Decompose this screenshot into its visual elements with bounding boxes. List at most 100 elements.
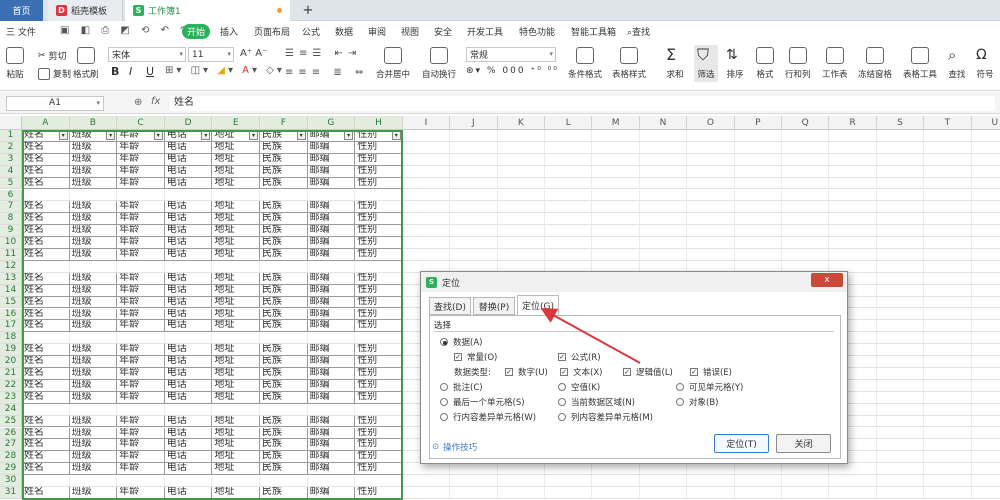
cell-m29[interactable] [592, 463, 640, 476]
cell-u22[interactable] [971, 379, 1000, 392]
cell-j29[interactable] [450, 463, 498, 476]
cell-k5[interactable] [497, 177, 545, 190]
cell-o31[interactable] [687, 487, 735, 499]
cell-k2[interactable] [497, 141, 545, 154]
cell-d5[interactable]: 电话 [164, 177, 213, 190]
column-header-h[interactable]: H [355, 116, 403, 130]
cell-c3[interactable]: 年龄 [117, 153, 165, 166]
row-header-4[interactable]: 4 [0, 165, 22, 178]
filter-dropdown-icon[interactable]: ▾ [391, 131, 401, 140]
cell-j30[interactable] [450, 475, 498, 487]
cell-h21[interactable]: 性别 [355, 368, 403, 380]
cell-t31[interactable] [924, 487, 972, 499]
radio-row-diff[interactable]: 行内容差异单元格(W) [440, 411, 536, 423]
worksheet-button[interactable]: 工作表 [822, 47, 848, 80]
cell-g9[interactable]: 邮编 [307, 225, 356, 238]
cell-n5[interactable] [639, 177, 688, 190]
column-header-b[interactable]: B [69, 116, 118, 130]
cell-h6[interactable] [355, 189, 403, 202]
cell-q9[interactable] [782, 225, 830, 238]
cell-u30[interactable] [971, 475, 1000, 487]
row-header-22[interactable]: 22 [0, 379, 22, 392]
cell-k8[interactable] [497, 213, 545, 226]
cell-r6[interactable] [829, 189, 877, 202]
cell-o5[interactable] [687, 177, 735, 190]
cell-p9[interactable] [734, 225, 782, 238]
menu-review[interactable]: 审阅 [368, 25, 386, 38]
cell-s26[interactable] [876, 427, 925, 440]
cell-n9[interactable] [639, 225, 688, 238]
formula-input[interactable]: 姓名 [170, 96, 995, 111]
cell-b17[interactable]: 班级 [69, 320, 118, 333]
cell-i9[interactable] [402, 225, 451, 238]
cell-p30[interactable] [734, 475, 782, 487]
cell-b30[interactable] [69, 475, 118, 487]
wrap-text-button[interactable]: 自动换行 [422, 47, 456, 80]
menu-security[interactable]: 安全 [434, 25, 452, 38]
filter-dropdown-icon[interactable]: ▾ [344, 131, 354, 140]
select-all-corner[interactable] [0, 116, 22, 130]
cell-c25[interactable]: 年龄 [117, 415, 165, 428]
check-formula[interactable]: ✓ 公式(R) [558, 351, 601, 363]
cell-t1[interactable] [924, 130, 972, 142]
cell-d13[interactable]: 电话 [164, 272, 213, 285]
cell-o1[interactable] [687, 130, 735, 142]
cell-r5[interactable] [829, 177, 877, 190]
cell-p5[interactable] [734, 177, 782, 190]
cell-o6[interactable] [687, 189, 735, 202]
column-header-e[interactable]: E [212, 116, 260, 130]
cell-o29[interactable] [687, 463, 735, 476]
cell-r7[interactable] [829, 201, 877, 214]
cell-a16[interactable]: 姓名 [22, 308, 70, 321]
cell-q3[interactable] [782, 153, 830, 166]
cell-d30[interactable] [164, 475, 213, 487]
cell-d17[interactable]: 电话 [164, 320, 213, 333]
align-horizontal-icons[interactable]: ≡≡≡ ≣ ⇔ [285, 67, 368, 78]
cell-a18[interactable] [22, 332, 70, 345]
cell-h17[interactable]: 性别 [355, 320, 403, 333]
filter-dropdown-icon[interactable]: ▾ [201, 131, 211, 140]
cell-a14[interactable]: 姓名 [22, 284, 70, 297]
cell-f13[interactable]: 民族 [260, 272, 308, 285]
cell-m8[interactable] [592, 213, 640, 226]
cell-g15[interactable]: 邮编 [307, 296, 356, 309]
cell-s11[interactable] [876, 249, 925, 261]
cell-c15[interactable]: 年龄 [117, 296, 165, 309]
cell-t18[interactable] [924, 332, 972, 345]
cell-g12[interactable] [307, 260, 356, 273]
cell-i30[interactable] [402, 475, 451, 487]
filter-dropdown-icon[interactable]: ▾ [58, 131, 68, 140]
cell-u1[interactable] [971, 130, 1000, 142]
cell-k7[interactable] [497, 201, 545, 214]
cell-h20[interactable]: 性别 [355, 356, 403, 368]
cell-d27[interactable]: 电话 [164, 439, 213, 452]
cell-u29[interactable] [971, 463, 1000, 476]
cell-h19[interactable]: 性别 [355, 344, 403, 357]
paste-button[interactable]: 粘贴 [6, 47, 24, 80]
cell-h4[interactable]: 性别 [355, 165, 403, 178]
cell-s30[interactable] [876, 475, 925, 487]
cell-s19[interactable] [876, 344, 925, 357]
cell-o2[interactable] [687, 141, 735, 154]
thousands-button[interactable]: 000 [502, 66, 525, 76]
cell-s13[interactable] [876, 272, 925, 285]
cell-g21[interactable]: 邮编 [307, 368, 356, 380]
cell-e28[interactable]: 地址 [212, 451, 260, 464]
new-tab-button[interactable]: + [298, 0, 318, 21]
cell-h13[interactable]: 性别 [355, 272, 403, 285]
cell-a21[interactable]: 姓名 [22, 368, 70, 380]
cell-g10[interactable]: 邮编 [307, 237, 356, 249]
cell-c7[interactable]: 年龄 [117, 201, 165, 214]
cell-u23[interactable] [971, 391, 1000, 404]
cell-r9[interactable] [829, 225, 877, 238]
cell-s27[interactable] [876, 439, 925, 452]
menu-file[interactable]: 三 文件 [6, 25, 36, 38]
cell-g31[interactable]: 邮编 [307, 487, 356, 499]
cell-n31[interactable] [639, 487, 688, 499]
cell-c31[interactable]: 年龄 [117, 487, 165, 499]
column-header-p[interactable]: P [734, 116, 782, 130]
cell-g2[interactable]: 邮编 [307, 141, 356, 154]
cell-l31[interactable] [545, 487, 593, 499]
cell-d21[interactable]: 电话 [164, 368, 213, 380]
cell-d12[interactable] [164, 260, 213, 273]
